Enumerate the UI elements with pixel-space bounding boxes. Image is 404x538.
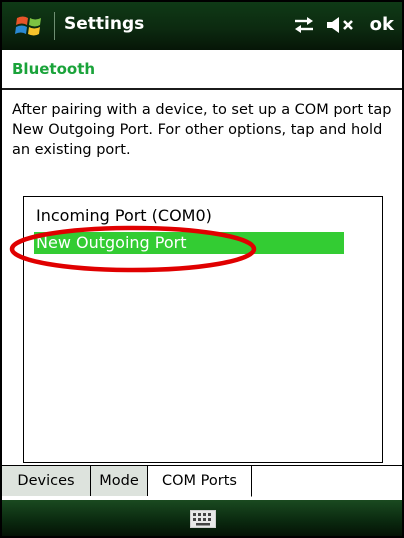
ok-button[interactable]: ok [370,14,394,35]
status-area: ok [292,14,394,35]
tab-com-ports[interactable]: COM Ports [148,466,252,497]
device-screen: Settings ok Bluetooth After pairing with… [0,0,404,538]
app-header: Bluetooth [2,50,402,88]
tab-devices[interactable]: Devices [2,466,91,496]
keyboard-icon[interactable] [190,510,216,528]
title-bar: Settings ok [2,2,402,50]
windows-start-icon[interactable] [14,11,44,41]
section-title: Bluetooth [12,60,96,78]
tab-strip-filler [252,466,402,501]
speaker-muted-icon[interactable] [326,16,356,34]
header-divider [2,88,402,90]
page-title: Settings [64,14,145,34]
com-port-list[interactable]: Incoming Port (COM0) New Outgoing Port [23,196,383,463]
title-separator [54,12,55,40]
list-item-new-outgoing-port[interactable]: New Outgoing Port [34,232,344,254]
tab-mode[interactable]: Mode [91,466,148,496]
list-item-incoming-port[interactable]: Incoming Port (COM0) [34,205,212,227]
connectivity-icon[interactable] [292,16,316,34]
soft-key-bar [2,500,402,536]
instructions-text: After pairing with a device, to set up a… [12,102,392,158]
